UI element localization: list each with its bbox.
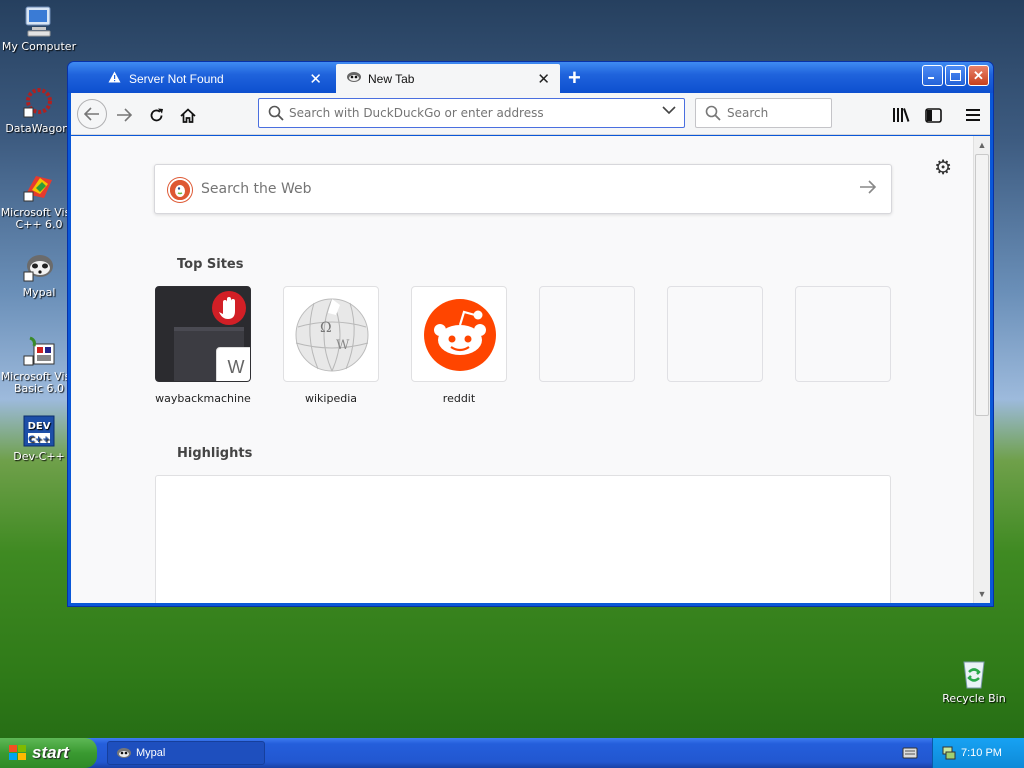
wikipedia-globe-icon: Ω W xyxy=(295,298,369,372)
svg-text:W: W xyxy=(336,338,350,353)
top-site-reddit[interactable] xyxy=(411,286,507,382)
visual-basic-icon xyxy=(22,334,56,368)
taskbar-item-mypal[interactable]: Mypal xyxy=(107,741,265,765)
top-site-label: wikipedia xyxy=(304,392,357,405)
keyboard-icon[interactable] xyxy=(902,746,918,765)
recycle-bin-icon xyxy=(957,656,991,690)
highlights-heading: Highlights xyxy=(177,446,253,461)
vertical-scrollbar[interactable]: ▲ ▼ xyxy=(973,136,990,603)
url-bar[interactable] xyxy=(258,98,685,128)
chevron-down-icon[interactable] xyxy=(662,103,676,118)
close-tab-icon[interactable]: ✕ xyxy=(537,70,550,88)
reload-button[interactable] xyxy=(143,102,169,128)
forward-button[interactable] xyxy=(111,102,137,128)
taskbar-item-label: Mypal xyxy=(136,747,166,759)
scroll-up-icon[interactable]: ▲ xyxy=(975,137,989,153)
search-box[interactable] xyxy=(695,98,832,128)
minimize-button[interactable] xyxy=(922,65,943,86)
desktop-icon-label: My Computer xyxy=(1,40,77,53)
top-site-label: waybackmachine xyxy=(155,392,251,405)
arrow-right-icon[interactable] xyxy=(859,177,877,200)
browser-window: Server Not Found ✕ New Tab ✕ + ✕ Search … xyxy=(67,61,994,607)
top-site-empty-slot xyxy=(667,286,763,382)
svg-text:DEV: DEV xyxy=(28,421,51,432)
gear-icon[interactable]: ⚙ xyxy=(934,155,952,180)
search-input[interactable] xyxy=(727,106,817,120)
mypal-raccoon-icon xyxy=(22,250,56,284)
desktop-icon-label: Microsoft Visu Basic 6.0 xyxy=(0,370,78,395)
clock[interactable]: 7:10 PM xyxy=(961,747,1002,759)
taskbar: start Mypal 7:10 PM xyxy=(0,738,1024,768)
top-site-wikipedia[interactable]: Ω W xyxy=(283,286,379,382)
windows-logo-icon xyxy=(9,745,27,766)
desktop-icon-label: Dev-C++ xyxy=(13,450,65,463)
library-button[interactable] xyxy=(888,102,914,128)
duckduckgo-icon xyxy=(168,178,192,202)
maximize-button[interactable] xyxy=(945,65,966,86)
web-search-input[interactable] xyxy=(201,181,801,197)
desktop-icon-label: Recycle Bin xyxy=(942,692,1006,705)
desktop-icon-recycle-bin[interactable]: Recycle Bin xyxy=(935,656,1013,705)
computer-icon xyxy=(22,4,56,38)
close-tab-icon[interactable]: ✕ xyxy=(309,70,322,88)
home-button[interactable] xyxy=(175,102,201,128)
mypal-favicon-icon xyxy=(346,71,362,86)
highlights-panel xyxy=(155,475,891,603)
reddit-icon xyxy=(424,299,496,371)
warning-icon xyxy=(108,71,121,86)
desktop-icon-my-computer[interactable]: My Computer xyxy=(0,4,78,53)
top-site-empty-slot xyxy=(795,286,891,382)
svg-text:Ω: Ω xyxy=(320,320,332,336)
desktop-icon-label: Microsoft Visu C++ 6.0 xyxy=(0,206,78,231)
tab-strip: Server Not Found ✕ New Tab ✕ + ✕ xyxy=(68,62,993,93)
top-site-empty-slot xyxy=(539,286,635,382)
sidebar-toggle-button[interactable] xyxy=(920,102,946,128)
start-label: start xyxy=(32,743,69,762)
top-site-label: reddit xyxy=(442,392,476,405)
close-window-button[interactable]: ✕ xyxy=(968,65,989,86)
network-icon[interactable] xyxy=(941,745,957,764)
search-icon xyxy=(705,105,721,126)
system-tray: 7:10 PM xyxy=(932,738,1024,768)
start-button[interactable]: start xyxy=(0,738,97,768)
web-search-box[interactable] xyxy=(154,164,892,214)
scroll-down-icon[interactable]: ▼ xyxy=(975,586,989,602)
url-input[interactable] xyxy=(289,106,649,120)
datawagon-icon xyxy=(22,86,56,120)
visual-cpp-icon xyxy=(22,170,56,204)
scrollbar-thumb[interactable] xyxy=(975,154,989,416)
dev-cpp-icon: DEV C++ xyxy=(22,414,56,448)
tab-title: Server Not Found xyxy=(129,71,224,86)
navigation-toolbar xyxy=(71,93,990,135)
tab-new-tab[interactable]: New Tab ✕ xyxy=(336,64,560,93)
menu-button[interactable] xyxy=(960,102,986,128)
site-letter-tile: W xyxy=(216,347,250,381)
search-icon xyxy=(268,105,284,126)
tab-server-not-found[interactable]: Server Not Found ✕ xyxy=(108,64,332,93)
new-tab-plus-icon[interactable]: + xyxy=(568,65,581,91)
tab-title: New Tab xyxy=(368,71,415,86)
desktop-icon-label: DataWagon. xyxy=(5,122,73,135)
mypal-taskbar-icon xyxy=(116,747,132,762)
desktop-icon-label: Mypal xyxy=(22,286,56,299)
svg-text:C++: C++ xyxy=(28,435,50,445)
back-button[interactable] xyxy=(77,99,107,129)
new-tab-page: ⚙ Top Sites W waybackmachine xyxy=(71,136,990,603)
top-sites-heading: Top Sites xyxy=(177,257,244,272)
top-site-waybackmachine[interactable]: W xyxy=(155,286,251,382)
